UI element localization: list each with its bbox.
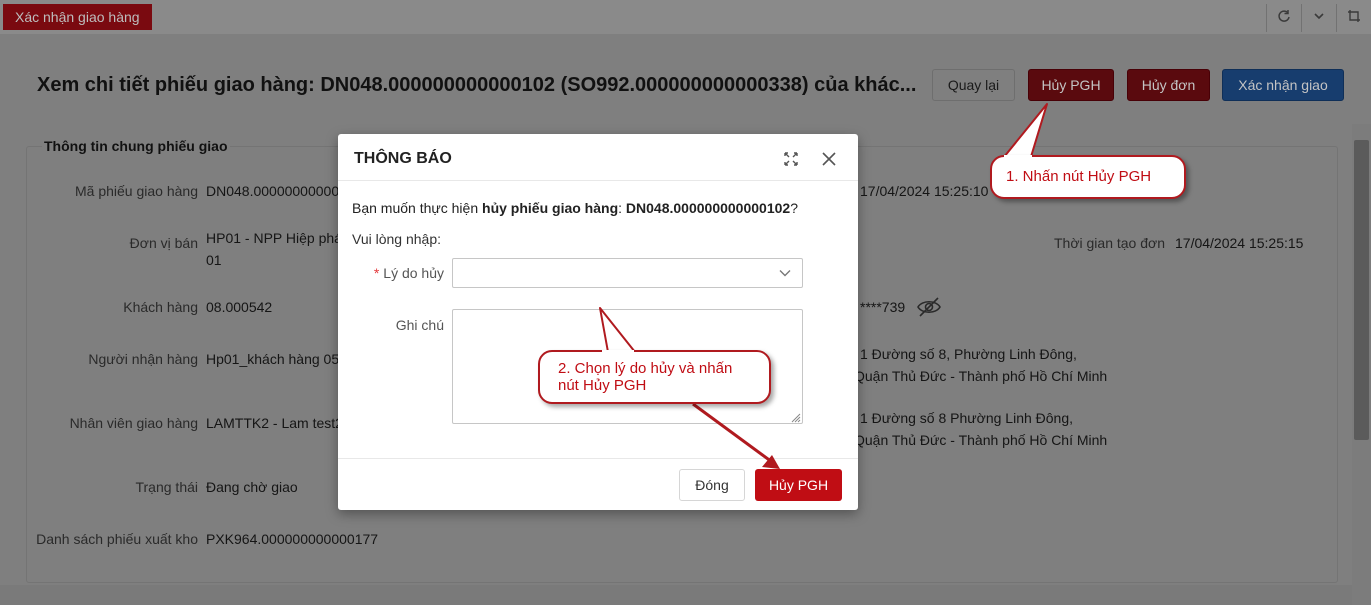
field-label-khach-hang: Khách hàng: [123, 299, 198, 315]
tab-bar: [0, 0, 1371, 34]
tab-toolbar: [1266, 4, 1371, 32]
scrollbar-thumb[interactable]: [1354, 140, 1369, 440]
field-value-address1-line2: Quận Thủ Đức - Thành phố Hồ Chí Minh: [854, 368, 1108, 384]
field-value-phone: ****739: [860, 299, 906, 315]
reason-select[interactable]: [452, 258, 803, 288]
reason-label: * Lý do hủy: [373, 265, 444, 281]
field-value-don-vi-ban-2: 01: [206, 252, 222, 268]
field-label-created: Thời gian tạo đơn: [1054, 235, 1165, 251]
field-label-trang-thai: Trạng thái: [135, 479, 198, 495]
chevron-down-icon[interactable]: [1301, 4, 1336, 32]
back-button[interactable]: Quay lại: [932, 69, 1015, 101]
page-title: Xem chi tiết phiếu giao hàng: DN048.0000…: [37, 74, 917, 96]
dialog-prompt: Vui lòng nhập:: [352, 231, 441, 247]
field-value-trang-thai: Đang chờ giao: [206, 479, 298, 495]
field-value-address2-line2: Quận Thủ Đức - Thành phố Hồ Chí Minh: [854, 432, 1108, 448]
field-value-date: 17/04/2024 15:25:10: [860, 183, 989, 199]
dialog-message: Bạn muốn thực hiện hủy phiếu giao hàng: …: [352, 200, 798, 216]
section-title: Thông tin chung phiếu giao: [42, 138, 230, 154]
divider: [338, 458, 858, 459]
required-marker: *: [373, 265, 380, 281]
next-section-edge: [0, 585, 1371, 605]
callout-joint-1: [1004, 155, 1032, 159]
note-label: Ghi chú: [395, 317, 444, 333]
refresh-icon[interactable]: [1266, 4, 1301, 32]
close-icon[interactable]: [820, 150, 838, 168]
close-button[interactable]: Đóng: [679, 469, 745, 501]
confirm-delivery-button[interactable]: Xác nhận giao: [1222, 69, 1344, 101]
resize-handle-icon[interactable]: [789, 410, 801, 423]
field-value-danh-sach: PXK964.000000000000177: [206, 531, 379, 547]
cancel-order-button[interactable]: Hủy đơn: [1127, 69, 1210, 101]
eye-off-icon[interactable]: [916, 296, 942, 318]
field-label-ma-phieu: Mã phiếu giao hàng: [75, 183, 198, 199]
divider: [338, 180, 858, 181]
annotation-step-1: 1. Nhấn nút Hủy PGH: [990, 155, 1186, 199]
crop-icon[interactable]: [1336, 4, 1371, 32]
field-value-nguoi-nhan: Hp01_khách hàng 05: [206, 351, 340, 367]
field-value-created: 17/04/2024 15:25:15: [1175, 235, 1304, 251]
cancel-confirm-dialog: THÔNG BÁO Bạn muốn thực hiện hủy phiếu g…: [338, 134, 858, 510]
confirm-cancel-pgh-button[interactable]: Hủy PGH: [755, 469, 842, 501]
tab-xac-nhan-giao-hang[interactable]: Xác nhận giao hàng: [3, 4, 152, 30]
field-label-nguoi-nhan: Người nhận hàng: [88, 351, 198, 367]
field-value-don-vi-ban-1: HP01 - NPP Hiệp phá: [206, 230, 342, 246]
chevron-down-icon: [778, 266, 792, 280]
field-value-nhan-vien: LAMTTK2 - Lam test2: [206, 415, 343, 431]
callout-joint-2: [602, 350, 634, 354]
annotation-step-2: 2. Chọn lý do hủy và nhấn nút Hủy PGH: [538, 350, 771, 404]
field-value-address1-line1: 1 Đường số 8, Phường Linh Đông,: [860, 346, 1077, 362]
field-value-khach-hang: 08.000542: [206, 299, 273, 315]
field-label-don-vi-ban: Đơn vị bán: [129, 235, 198, 251]
field-label-danh-sach: Danh sách phiếu xuất kho: [36, 531, 198, 547]
field-value-address2-line1: 1 Đường số 8 Phường Linh Đông,: [860, 410, 1074, 426]
dialog-title: THÔNG BÁO: [354, 150, 452, 167]
expand-icon[interactable]: [782, 150, 800, 168]
cancel-pgh-button[interactable]: Hủy PGH: [1028, 69, 1114, 101]
field-value-ma-phieu: DN048.000000000000: [206, 183, 347, 199]
field-label-nhan-vien: Nhân viên giao hàng: [69, 415, 198, 431]
